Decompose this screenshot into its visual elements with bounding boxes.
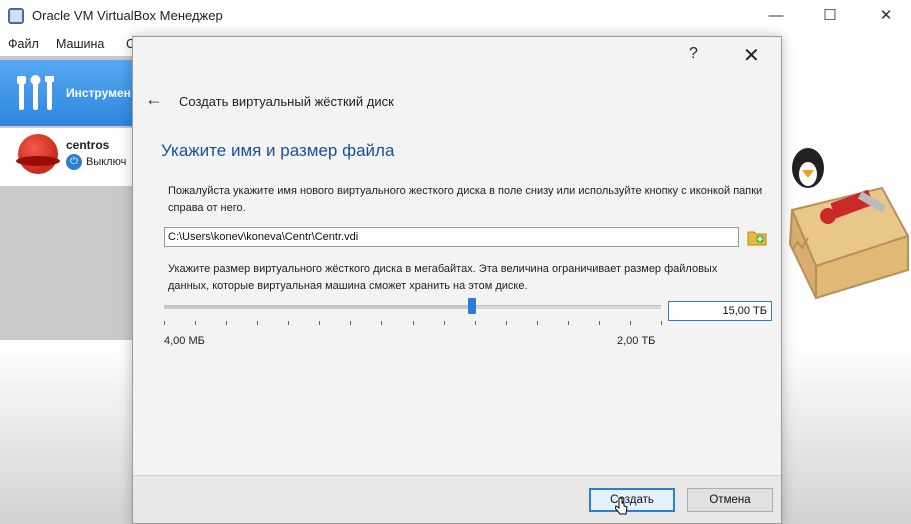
- tools-icon: [17, 75, 54, 110]
- slider-thumb[interactable]: [468, 298, 477, 314]
- create-virtual-disk-dialog: ? ✕ ← Создать виртуальный жёсткий диск У…: [132, 36, 782, 524]
- help-button[interactable]: ?: [689, 45, 698, 63]
- choose-folder-icon[interactable]: [747, 227, 767, 247]
- size-description: Укажите размер виртуального жёсткого дис…: [168, 263, 718, 292]
- dialog-close-button[interactable]: ✕: [743, 43, 760, 68]
- virtualbox-app-icon: [8, 8, 24, 24]
- slider-tick: [568, 321, 569, 325]
- slider-max-label: 2,00 ТБ: [617, 335, 656, 347]
- slider-tick: [537, 321, 538, 325]
- main-titlebar: Oracle VM VirtualBox Менеджер — ☐ ✕: [0, 0, 911, 32]
- path-description: Пожалуйста укажите имя нового виртуально…: [168, 185, 763, 214]
- page-heading: Укажите имя и размер файла: [161, 141, 395, 160]
- slider-tick: [195, 321, 196, 325]
- slider-tick: [319, 321, 320, 325]
- redhat-os-icon: [16, 134, 60, 174]
- maximize-button[interactable]: ☐: [820, 6, 840, 26]
- sidebar-item-tools[interactable]: Инструмен: [0, 60, 140, 126]
- close-window-button[interactable]: ✕: [876, 6, 896, 26]
- slider-min-label: 4,00 МБ: [164, 335, 205, 347]
- vm-state: Выключ: [86, 156, 127, 168]
- slider-tick: [350, 321, 351, 325]
- slider-tick: [444, 321, 445, 325]
- slider-ticks: [164, 321, 662, 326]
- slider-tick: [599, 321, 600, 325]
- disk-size-slider[interactable]: [164, 298, 661, 314]
- vm-name: centros: [66, 138, 110, 152]
- slider-tick: [288, 321, 289, 325]
- power-off-icon: ⏻: [66, 154, 82, 170]
- slider-tick: [475, 321, 476, 325]
- mouse-cursor-icon: [615, 497, 628, 515]
- dialog-title: Создать виртуальный жёсткий диск: [179, 94, 394, 109]
- slider-tick: [257, 321, 258, 325]
- back-arrow-icon[interactable]: ←: [145, 89, 163, 110]
- dialog-footer: Создать Отмена: [133, 475, 781, 523]
- disk-size-input[interactable]: [668, 301, 772, 321]
- slider-tick: [226, 321, 227, 325]
- slider-tick: [661, 321, 662, 325]
- window-title: Oracle VM VirtualBox Менеджер: [32, 8, 223, 23]
- slider-tick: [506, 321, 507, 325]
- slider-tick: [413, 321, 414, 325]
- slider-fill: [164, 306, 473, 309]
- sidebar-item-vm[interactable]: centros ⏻ Выключ: [0, 128, 140, 186]
- disk-path-input[interactable]: [164, 227, 739, 247]
- cancel-button[interactable]: Отмена: [687, 488, 773, 512]
- tux-toolbox-illustration: [788, 148, 910, 300]
- slider-tick: [164, 321, 165, 325]
- slider-tick: [630, 321, 631, 325]
- minimize-button[interactable]: —: [766, 6, 786, 26]
- slider-tick: [381, 321, 382, 325]
- sidebar-item-tools-label: Инструмен: [66, 86, 131, 100]
- menu-machine[interactable]: Машина: [56, 37, 104, 51]
- create-button[interactable]: Создать: [589, 488, 675, 512]
- menu-file[interactable]: Файл: [8, 37, 39, 51]
